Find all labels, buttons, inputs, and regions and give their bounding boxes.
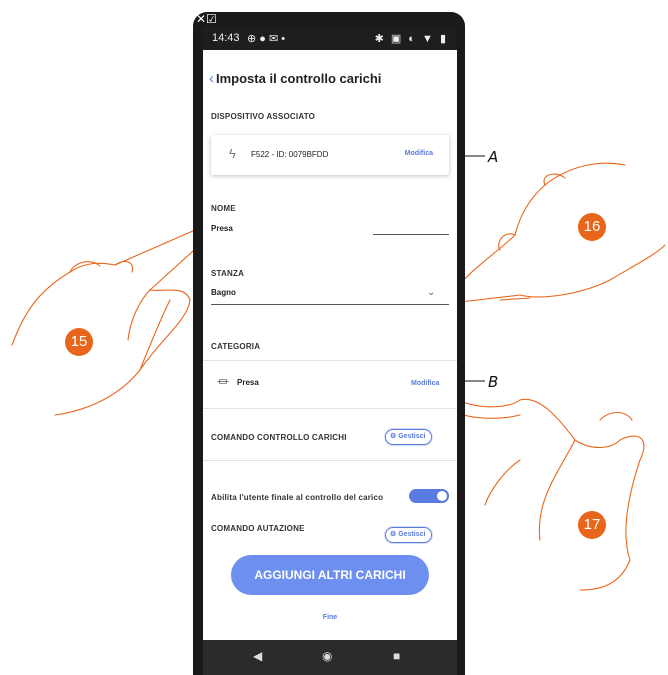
name-value[interactable]: Presa: [211, 224, 233, 233]
status-bar: 14:43 ⊕ ● ✉ • ✱ ▣ ◐ ▼ ▮: [203, 28, 457, 50]
nav-back-icon[interactable]: ◀: [253, 649, 262, 663]
divider: [203, 408, 457, 409]
automation-manage-button[interactable]: ⚙ Gestisci: [385, 527, 433, 543]
right-hand-bottom-icon: [444, 398, 645, 591]
divider: [203, 460, 457, 461]
divider: [203, 360, 457, 361]
page-title: ‹ Imposta il controllo carichi: [209, 70, 381, 87]
step-15-badge: 15: [65, 328, 93, 356]
nav-home-icon[interactable]: ◉: [322, 649, 332, 663]
name-label: NOME: [211, 204, 236, 213]
category-label: CATEGORIA: [211, 342, 261, 351]
enable-user-label: Abilita l'utente finale al controllo del…: [211, 493, 384, 502]
page-title-text: Imposta il controllo carichi: [216, 71, 382, 86]
automation-label: COMANDO AUTAZIONE: [211, 524, 305, 533]
associated-device-card: ϟ F522 - ID: 0079BFDD Modifica: [211, 135, 449, 175]
back-chevron-icon[interactable]: ‹: [209, 70, 214, 87]
left-hand-icon: [11, 228, 207, 416]
right-hand-top-icon: [448, 162, 666, 304]
gear-icon: ⚙: [390, 433, 397, 440]
name-underline: [373, 234, 449, 235]
callout-b: B: [488, 373, 499, 391]
status-time: 14:43: [212, 32, 240, 44]
window-icons: ✕☑: [196, 12, 217, 26]
status-left-icons: ⊕ ● ✉ •: [247, 33, 286, 45]
load-control-manage-button[interactable]: ⚙ Gestisci: [385, 429, 433, 445]
status-right-icons: ✱ ▣ ◐ ▼ ▮: [374, 33, 448, 45]
automation-manage-label: Gestisci: [398, 531, 426, 538]
app-screen: ‹ Imposta il controllo carichi DISPOSITIV…: [203, 50, 457, 640]
load-control-manage-label: Gestisci: [398, 433, 426, 440]
toggle-knob: [437, 491, 447, 501]
plug-icon: ⏛: [217, 375, 230, 389]
device-edit-link[interactable]: Modifica: [405, 150, 433, 157]
associated-device-label: DISPOSITIVO ASSOCIATO: [211, 112, 316, 121]
step-16-badge: 16: [578, 213, 606, 241]
add-loads-button[interactable]: AGGIUNGI ALTRI CARICHI: [231, 555, 429, 595]
android-nav-bar: ◀ ◉ ■: [203, 640, 457, 675]
room-value[interactable]: Bagno: [211, 288, 236, 297]
room-label: STANZA: [211, 269, 245, 278]
device-name: F522 - ID: 0079BFDD: [251, 150, 329, 159]
load-control-label: COMANDO CONTROLLO CARICHI: [211, 433, 347, 442]
step-17-badge: 17: [578, 511, 606, 539]
callout-a: A: [488, 148, 499, 166]
room-underline: [211, 304, 449, 305]
category-edit-link[interactable]: Modifica: [411, 380, 439, 387]
done-link[interactable]: Fine: [203, 614, 457, 621]
chevron-down-icon[interactable]: ⌄: [427, 287, 435, 298]
category-value: Presa: [237, 378, 259, 387]
nav-recent-icon[interactable]: ■: [393, 649, 400, 663]
gear-icon: ⚙: [390, 531, 397, 538]
bolt-icon: ϟ: [229, 146, 236, 161]
enable-user-toggle[interactable]: [409, 489, 449, 503]
